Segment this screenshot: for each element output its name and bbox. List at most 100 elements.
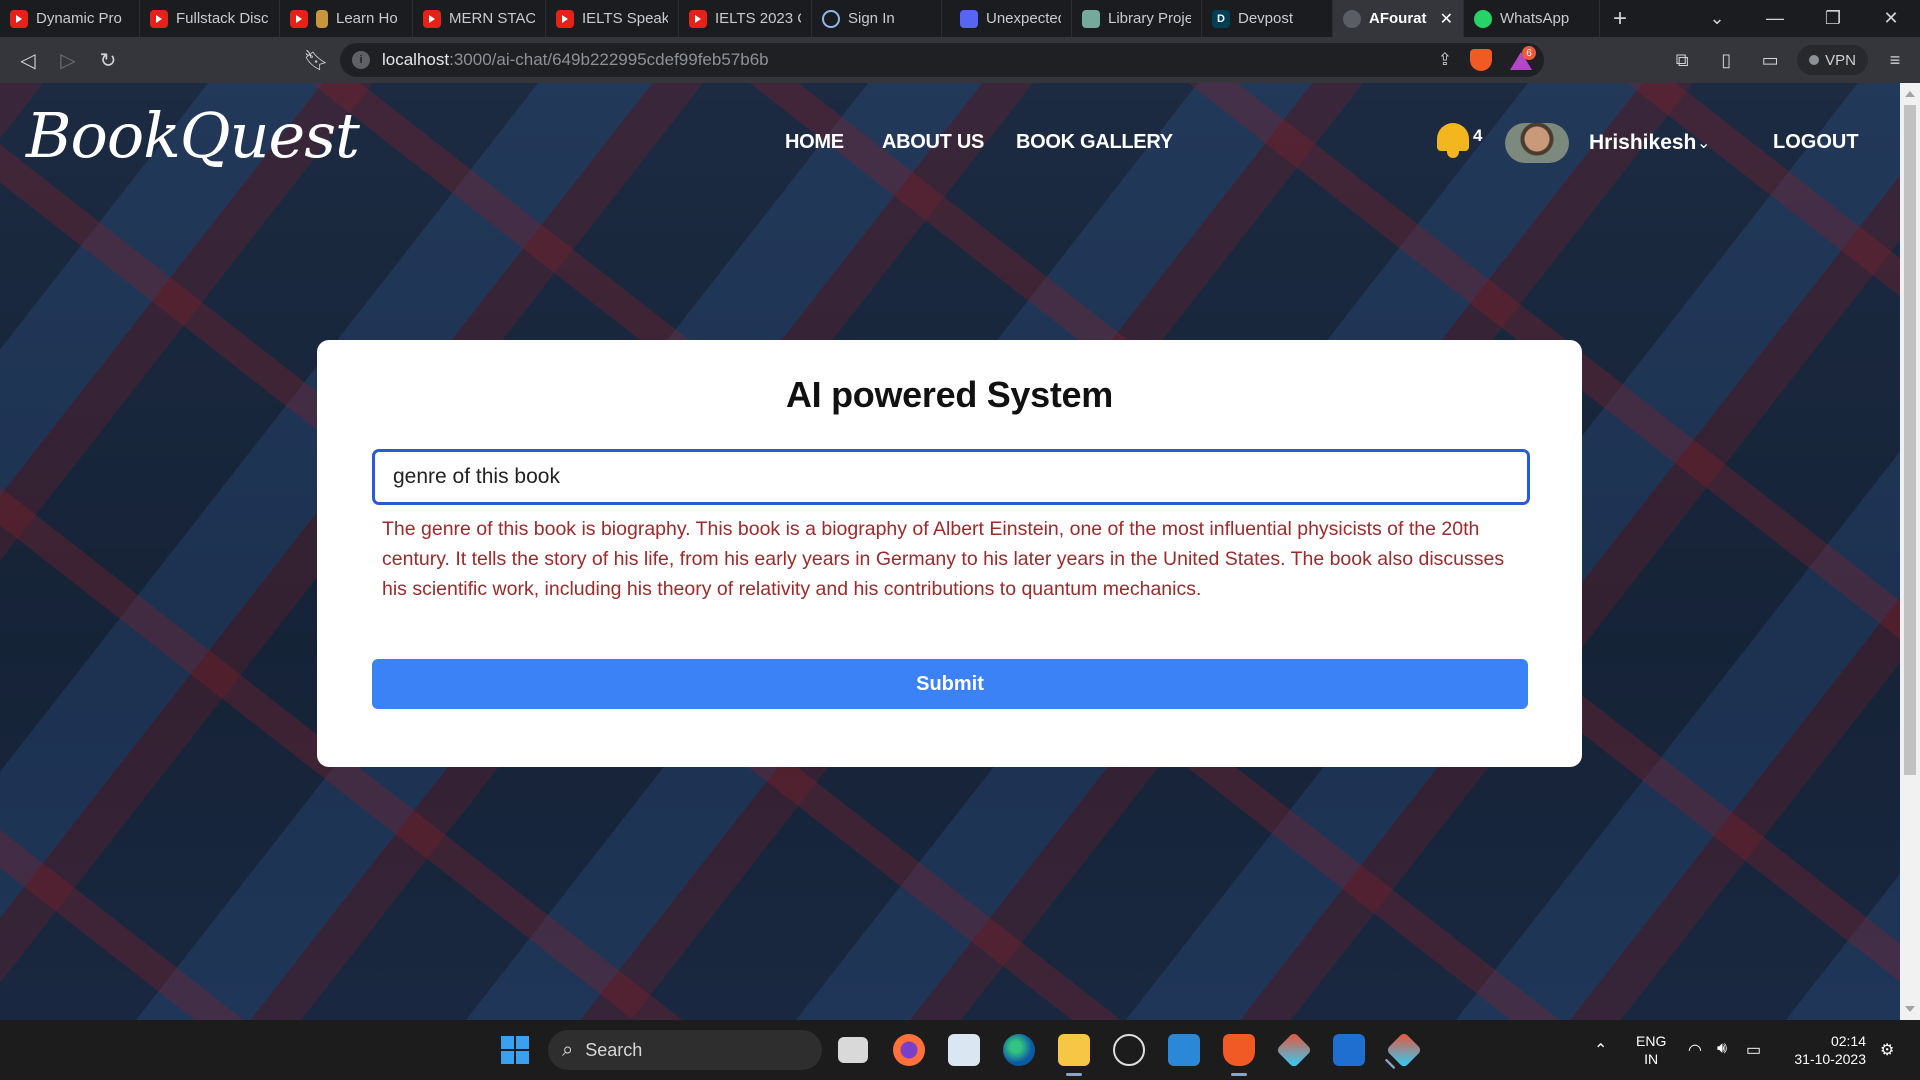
git-icon[interactable] bbox=[1275, 1031, 1313, 1069]
tab-label: Dynamic Pro bbox=[36, 10, 122, 27]
brave-rewards-icon[interactable]: 6 bbox=[1510, 46, 1536, 70]
devpost-icon: D bbox=[1212, 9, 1230, 28]
input-language[interactable]: ENG IN bbox=[1636, 1032, 1666, 1068]
close-window-button[interactable]: ✕ bbox=[1862, 0, 1920, 37]
file-explorer-icon[interactable] bbox=[1058, 1034, 1090, 1076]
volume-icon[interactable]: 🔊︎ bbox=[1717, 1040, 1727, 1058]
tab-ielts-2023[interactable]: IELTS 2023 C bbox=[679, 0, 812, 37]
submit-button[interactable]: Submit bbox=[372, 659, 1528, 709]
tab-whatsapp[interactable]: WhatsApp bbox=[1464, 0, 1600, 37]
logout-link[interactable]: LOGOUT bbox=[1773, 131, 1859, 154]
vpn-button[interactable]: VPN bbox=[1797, 45, 1868, 75]
sidebar-icon[interactable]: ▯ bbox=[1709, 43, 1743, 77]
reload-button[interactable]: ↻ bbox=[88, 40, 128, 80]
whiteboard-icon[interactable] bbox=[1333, 1034, 1365, 1066]
chevron-down-icon[interactable]: ⌄ bbox=[1697, 133, 1710, 153]
dell-icon[interactable] bbox=[1113, 1034, 1145, 1066]
nav-home[interactable]: HOME bbox=[785, 131, 844, 154]
firefox-icon[interactable] bbox=[893, 1034, 925, 1066]
restore-button[interactable]: ❐ bbox=[1804, 0, 1862, 37]
windows-start-icon[interactable] bbox=[501, 1036, 529, 1064]
window-controls: ⌄ — ❐ ✕ bbox=[1688, 0, 1920, 37]
extensions-icon[interactable]: ⧉ bbox=[1665, 43, 1699, 77]
battery-icon[interactable]: ▭ bbox=[1746, 1040, 1761, 1060]
tab-library-project[interactable]: Library Proje bbox=[1072, 0, 1202, 37]
notification-center-icon[interactable]: ⚙︎ bbox=[1880, 1040, 1894, 1060]
minimize-button[interactable]: — bbox=[1746, 0, 1804, 37]
youtube-icon bbox=[150, 9, 168, 28]
brave-icon[interactable] bbox=[1223, 1034, 1255, 1076]
tab-sign-in[interactable]: Sign In bbox=[812, 0, 942, 37]
nav-about-us[interactable]: ABOUT US bbox=[882, 131, 984, 154]
tab-unexpected[interactable]: Unexpected bbox=[942, 0, 1072, 37]
tab-learn-ho[interactable]: Learn Ho bbox=[280, 0, 413, 37]
taskbar-search-label: Search bbox=[585, 1039, 643, 1060]
address-bar[interactable]: i localhost:3000/ai-chat/649b222995cdef9… bbox=[340, 43, 1544, 77]
scroll-down-icon[interactable] bbox=[1905, 1006, 1915, 1012]
tab-ielts-speaking[interactable]: IELTS Speakin bbox=[546, 0, 679, 37]
tab-search-chevron-icon[interactable]: ⌄ bbox=[1688, 0, 1746, 37]
youtube-icon bbox=[423, 9, 441, 28]
mail-icon[interactable] bbox=[1168, 1034, 1200, 1066]
page-viewport: BookQuest HOME ABOUT US BOOK GALLERY 4 H… bbox=[0, 83, 1900, 1020]
chatgpt-icon bbox=[1082, 9, 1100, 28]
tab-label: Library Proje bbox=[1108, 10, 1191, 27]
tab-dynamic-pro[interactable]: Dynamic Pro bbox=[0, 0, 140, 37]
url-path: :3000/ai-chat/649b222995cdef99feb57b6b bbox=[449, 50, 769, 69]
brave-shield-icon[interactable] bbox=[1470, 49, 1492, 71]
vpn-status-icon bbox=[1809, 55, 1820, 65]
system-clock[interactable]: 02:14 31-10-2023 bbox=[1786, 1032, 1866, 1068]
share-icon[interactable]: ⇪ bbox=[1438, 50, 1452, 70]
clock-time: 02:14 bbox=[1830, 1033, 1866, 1049]
tab-label: MERN STACK bbox=[449, 10, 535, 27]
forward-button[interactable]: ▷ bbox=[48, 40, 88, 80]
tab-label: IELTS 2023 C bbox=[715, 10, 801, 27]
site-info-icon[interactable]: i bbox=[352, 51, 370, 69]
openai-icon bbox=[822, 9, 840, 28]
tab-label: Devpost bbox=[1238, 10, 1294, 27]
lang-top: ENG bbox=[1636, 1033, 1667, 1049]
bell-icon[interactable] bbox=[1435, 121, 1471, 161]
scroll-up-icon[interactable] bbox=[1905, 91, 1915, 97]
new-tab-button[interactable]: + bbox=[1600, 0, 1640, 37]
avatar[interactable] bbox=[1505, 123, 1569, 163]
site-logo[interactable]: BookQuest bbox=[26, 99, 360, 172]
vpn-label: VPN bbox=[1825, 51, 1856, 69]
tab-label: Unexpected bbox=[986, 10, 1061, 27]
tab-devpost[interactable]: D Devpost bbox=[1202, 0, 1333, 37]
lock-icon bbox=[316, 9, 328, 28]
tab-afourat-active[interactable]: AFourat ✕ bbox=[1333, 0, 1464, 37]
youtube-icon bbox=[10, 9, 28, 28]
tab-label: Learn Ho bbox=[336, 10, 398, 27]
tab-mern-stack[interactable]: MERN STACK bbox=[413, 0, 546, 37]
show-hidden-icons-chevron-icon[interactable]: ⌃ bbox=[1594, 1040, 1607, 1060]
browser-toolbar: ◁ ▷ ↻ 🔖︎ i localhost:3000/ai-chat/649b22… bbox=[0, 37, 1920, 83]
git-gui-icon[interactable] bbox=[1385, 1031, 1423, 1069]
tab-label: Sign In bbox=[848, 10, 895, 27]
photos-icon[interactable] bbox=[948, 1034, 980, 1066]
site-navbar: BookQuest HOME ABOUT US BOOK GALLERY 4 H… bbox=[0, 83, 1900, 203]
task-view-icon[interactable] bbox=[838, 1037, 868, 1063]
back-button[interactable]: ◁ bbox=[8, 40, 48, 80]
tab-label: AFourat bbox=[1369, 10, 1427, 27]
tab-fullstack-disc[interactable]: Fullstack Disc bbox=[140, 0, 280, 37]
windows-taskbar: ⌕ Search ⌃ ENG IN ◠ 🔊︎ ▭ 02:14 31-10-202… bbox=[0, 1020, 1920, 1080]
menu-icon[interactable]: ≡ bbox=[1878, 43, 1912, 77]
taskbar-search[interactable]: ⌕ Search bbox=[548, 1030, 822, 1070]
prompt-input[interactable] bbox=[372, 449, 1530, 505]
wallet-icon[interactable]: ▭ bbox=[1753, 43, 1787, 77]
clock-date: 31-10-2023 bbox=[1794, 1051, 1866, 1067]
discord-icon bbox=[960, 9, 978, 28]
search-icon: ⌕ bbox=[562, 1038, 574, 1061]
rewards-badge: 6 bbox=[1522, 46, 1536, 60]
username[interactable]: Hrishikesh bbox=[1589, 131, 1696, 155]
whatsapp-icon bbox=[1474, 9, 1492, 28]
page-scrollbar[interactable] bbox=[1900, 83, 1920, 1020]
edge-icon[interactable] bbox=[1003, 1034, 1035, 1066]
toolbar-actions: ⧉ ▯ ▭ VPN ≡ bbox=[1665, 43, 1912, 77]
bookmark-icon[interactable]: 🔖︎ bbox=[296, 40, 336, 80]
close-tab-icon[interactable]: ✕ bbox=[1440, 9, 1453, 29]
scrollbar-thumb[interactable] bbox=[1904, 105, 1916, 775]
nav-book-gallery[interactable]: BOOK GALLERY bbox=[1016, 131, 1173, 154]
wifi-icon[interactable]: ◠ bbox=[1688, 1040, 1702, 1060]
